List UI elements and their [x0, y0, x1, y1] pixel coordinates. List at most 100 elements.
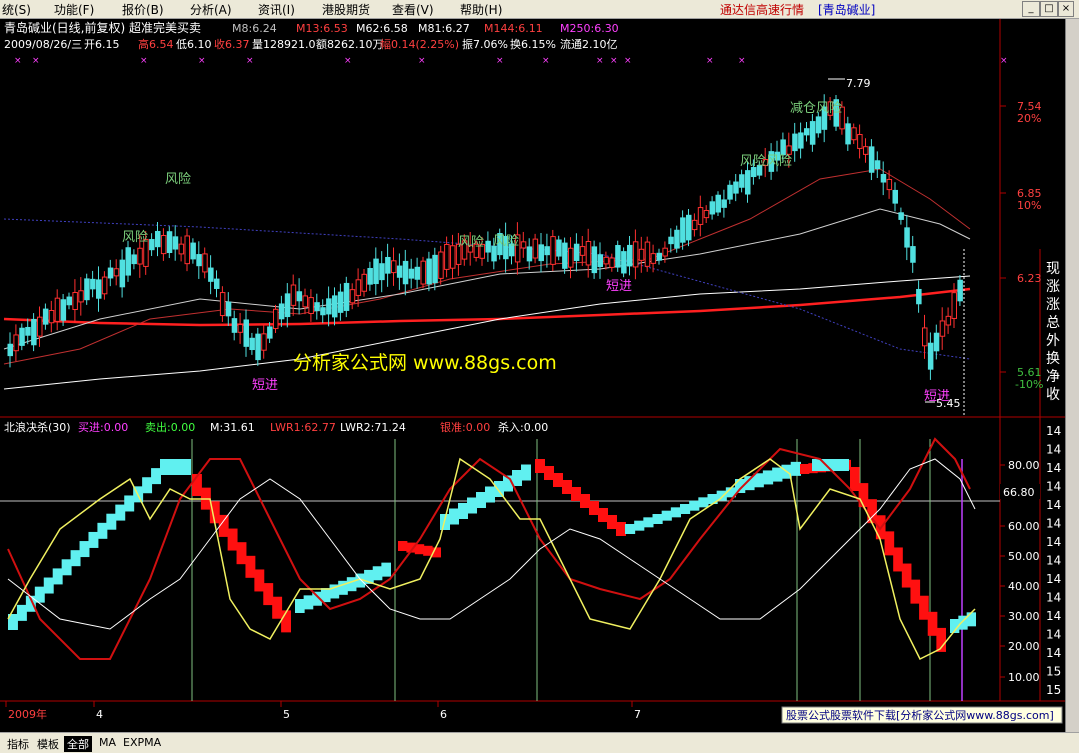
candle-body — [355, 279, 362, 296]
candle-body — [615, 245, 621, 268]
candle-body — [792, 133, 798, 152]
info-item: 低6.10 — [176, 38, 212, 51]
signal-marker: × — [198, 56, 206, 66]
ma-legend-item: M250:6.30 — [560, 22, 619, 35]
right-axis-label: 15 — [1046, 665, 1061, 679]
candle-body — [237, 324, 244, 333]
candle-body — [916, 288, 922, 305]
indicator-block — [245, 555, 256, 578]
candle-body — [573, 243, 580, 262]
candle-body — [225, 301, 232, 317]
indicator-block — [43, 577, 54, 594]
ma-legend-item: M144:6.11 — [484, 22, 543, 35]
signal-marker: × — [496, 56, 504, 66]
side-label: 净 — [1046, 369, 1060, 385]
indicator-block — [272, 596, 283, 619]
indicator-block — [966, 612, 976, 627]
menu-item-view[interactable]: 查看(V) — [392, 1, 434, 18]
candle-body — [326, 298, 332, 315]
candle-body — [290, 284, 297, 306]
candle-body — [892, 189, 898, 204]
candle-body — [957, 279, 963, 302]
candle-body — [196, 254, 202, 267]
indicator-block — [254, 569, 265, 592]
risk-annotation: 风险 — [493, 234, 519, 249]
candle-body — [249, 337, 255, 351]
candle-body — [627, 244, 633, 267]
candle-body — [243, 319, 249, 347]
candle-body — [343, 282, 350, 311]
candle-body — [314, 302, 320, 312]
indicator-block — [884, 531, 895, 556]
menu-item-hk-futures[interactable]: 港股期货 — [322, 1, 370, 18]
indicator-block — [762, 470, 774, 485]
candle-body — [107, 267, 114, 279]
menu-item-analysis[interactable]: 分析(A) — [190, 1, 232, 18]
right-axis-label: 14 — [1046, 480, 1061, 494]
tab-template[interactable]: 模板 — [34, 736, 62, 752]
side-label: 现 — [1046, 261, 1060, 277]
time-axis-label: 6 — [440, 708, 447, 721]
candle-body — [532, 238, 539, 259]
menu-item-function[interactable]: 功能(F) — [54, 1, 94, 18]
menu-item-quote[interactable]: 报价(B) — [122, 1, 164, 18]
candle-body — [379, 263, 385, 281]
indicator-block — [97, 522, 108, 539]
menu-item-system[interactable]: 统(S) — [2, 1, 31, 18]
candle-body — [668, 236, 674, 245]
side-label: 总 — [1046, 315, 1060, 331]
indicator-right-axis: 14 14 14 14 14 14 14 14 14 14 14 14 14 15 15 — [1046, 424, 1061, 697]
candle-body — [857, 134, 863, 149]
candle-body — [644, 241, 651, 267]
tab-all[interactable]: 全部 — [64, 736, 92, 752]
tab-indicator[interactable]: 指标 — [4, 736, 32, 752]
indicator-block — [580, 494, 590, 508]
indicator-axis-label: 60.00 — [1008, 520, 1040, 533]
right-axis-label: 14 — [1046, 646, 1061, 660]
indicator-block — [670, 507, 681, 518]
right-axis-label: 14 — [1046, 591, 1061, 605]
maximize-icon[interactable]: □ — [1040, 1, 1058, 17]
candle-body — [302, 295, 308, 308]
indicator-legend-item: LWR1:62.77 — [270, 421, 336, 434]
tab-ma[interactable]: MA — [96, 736, 119, 749]
watermark: 分析家公式网 www.88gs.com — [293, 352, 557, 374]
minimize-icon[interactable]: _ — [1022, 1, 1040, 17]
candle-body — [715, 194, 721, 213]
candle-body — [113, 268, 120, 277]
side-label: 涨 — [1046, 297, 1060, 313]
vertical-scrollbar[interactable] — [1065, 19, 1079, 732]
indicator-block — [346, 577, 357, 592]
candle-body — [568, 247, 574, 268]
side-label: 涨 — [1046, 279, 1060, 295]
candle-body — [208, 267, 214, 282]
candle-body — [550, 236, 556, 265]
candle-body — [733, 181, 739, 194]
low-price-label: 5.45 — [936, 397, 961, 410]
right-axis-label: 14 — [1046, 572, 1061, 586]
signal-marker: × — [596, 56, 604, 66]
candle-body — [868, 146, 875, 173]
stock-name: [青岛碱业] — [818, 3, 876, 17]
candle-body — [674, 229, 680, 249]
tab-expma[interactable]: EXPMA — [120, 736, 164, 749]
indicator-block — [716, 490, 727, 501]
indicator-block — [227, 528, 238, 551]
candle-body — [137, 247, 143, 265]
indicator-block — [79, 541, 90, 558]
indicator-block — [16, 604, 27, 621]
close-icon[interactable]: × — [1058, 1, 1074, 17]
info-date: 2009/08/26/三 — [4, 38, 82, 51]
candle-body — [922, 327, 928, 347]
menu-item-news[interactable]: 资讯(I) — [258, 1, 295, 18]
indicator-block — [151, 468, 161, 485]
indicator-block — [512, 470, 522, 486]
indicator-block — [236, 542, 247, 565]
menu-item-help[interactable]: 帮助(H) — [460, 1, 502, 18]
candle-body — [591, 246, 598, 274]
candle-body — [178, 243, 185, 255]
candle-body — [886, 178, 893, 191]
candle-body — [332, 295, 338, 318]
candle-body — [910, 246, 916, 263]
chart-workspace[interactable]: 青岛碱业(日线,前复权) 超准完美买卖 M8:6.24 M13:6.53 M62:6… — [0, 19, 1065, 732]
